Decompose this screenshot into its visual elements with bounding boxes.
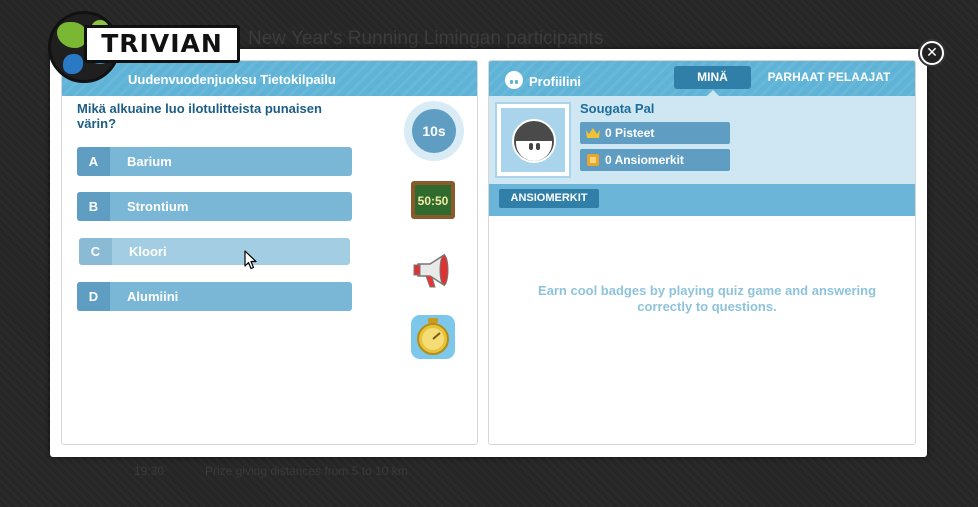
background-footer-note: Prize giving distances from 5 to 10 km [205, 464, 408, 478]
badges-empty-message: Earn cool badges by playing quiz game an… [537, 283, 877, 314]
badge-icon [585, 152, 601, 168]
profile-summary: Sougata Pal 0 Pisteet 0 Ansiomerkit [489, 96, 915, 184]
profile-icon [505, 71, 523, 89]
badges-bar: ANSIOMERKIT [489, 184, 915, 216]
question-text: Mikä alkuaine luo ilotulitteista punaise… [77, 101, 322, 131]
tab-top-players[interactable]: PARHAAT PELAAJAT [759, 66, 899, 89]
quiz-panel: Uudenvuodenjuoksu Tietokilpailu Mikä alk… [61, 60, 478, 445]
profile-header: Profiilini MINÄ PARHAAT PELAAJAT [489, 61, 915, 96]
timer-value: 10s [412, 109, 456, 153]
crown-icon [585, 125, 601, 141]
extra-time-button[interactable] [410, 314, 456, 360]
badges-button[interactable]: ANSIOMERKIT [499, 189, 599, 208]
trivian-logo: TRIVIAN [48, 11, 248, 87]
profile-panel: Profiilini MINÄ PARHAAT PELAAJAT Sougata… [488, 60, 916, 445]
avatar-icon [512, 119, 556, 163]
points-value: 0 Pisteet [605, 126, 655, 140]
megaphone-icon [413, 253, 449, 288]
logo-text: TRIVIAN [84, 25, 240, 63]
mouse-cursor-icon [244, 250, 257, 270]
answer-label: Kloori [129, 244, 167, 259]
countdown-timer: 10s [404, 101, 464, 161]
badges-value: 0 Ansiomerkit [605, 153, 684, 167]
close-icon: ✕ [922, 43, 942, 63]
background-page-title: New Year's Running Limingan participants [248, 28, 604, 49]
answer-letter: D [77, 282, 110, 311]
tab-mine[interactable]: MINÄ [674, 66, 751, 96]
answer-label: Barium [127, 154, 172, 169]
avatar [495, 102, 571, 178]
answer-option-a[interactable]: A Barium [77, 147, 352, 176]
close-button[interactable]: ✕ [918, 39, 946, 67]
answer-option-c[interactable]: C Kloori [79, 238, 350, 265]
answer-option-b[interactable]: B Strontium [77, 192, 352, 221]
badges-stat: 0 Ansiomerkit [580, 149, 730, 171]
fifty-fifty-label: 50:50 [418, 194, 449, 208]
answer-letter: A [77, 147, 110, 176]
answer-letter: C [79, 238, 112, 265]
answer-letter: B [77, 192, 110, 221]
background-footer-time: 19:30 [134, 464, 165, 478]
answer-label: Strontium [127, 199, 189, 214]
points-stat: 0 Pisteet [580, 122, 730, 144]
answer-option-d[interactable]: D Alumiini [77, 282, 352, 311]
ask-audience-button[interactable] [410, 247, 456, 293]
player-name: Sougata Pal [580, 101, 655, 116]
stopwatch-icon [411, 315, 455, 359]
fifty-fifty-icon: 50:50 [411, 181, 455, 219]
answer-label: Alumiini [127, 289, 179, 304]
fifty-fifty-button[interactable]: 50:50 [410, 179, 456, 225]
